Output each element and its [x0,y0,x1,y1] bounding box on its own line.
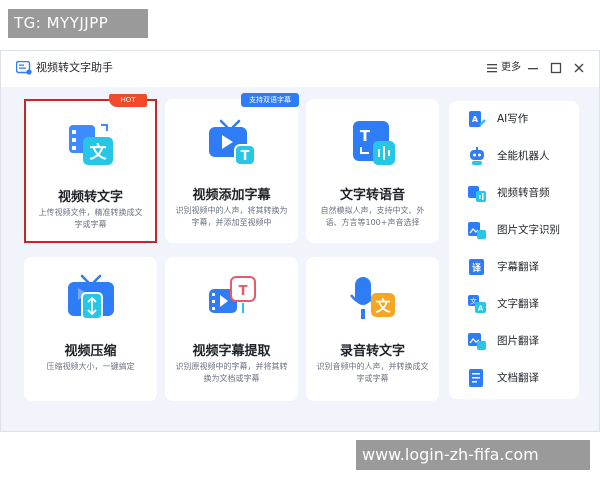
app-logo-icon [16,61,32,75]
tool-description: 上传视频文件，精准转换成文字或字幕 [38,208,143,229]
image-translate-icon [468,333,486,350]
tool-card-text-to-speech[interactable]: T 文字转语音 自然模拟人声，支持中文、外语、方言等100+声音选择 [306,99,439,243]
sidebar-item-document-translate[interactable]: 文档翻译 [463,365,573,391]
tool-description: 识别视频中的人声，将其转换为字幕，并添加至视频中 [175,206,288,227]
sidebar-item-ai-writing[interactable]: A AI写作 [463,106,573,132]
tool-title: 文字转语音 [339,188,405,203]
sidebar-item-image-translate[interactable]: 图片翻译 [463,328,573,354]
main-area: HOT 文 视频转文字 上传视频文件，精准转换成文字或字幕 支持双语字幕 T 视… [1,87,599,431]
title-bar: 视频转文字助手 更多 [1,51,599,87]
sidebar-item-label: 视频转音频 [497,187,550,199]
watermark-top: TG: MYYJJPP [8,9,148,38]
tool-title: 视频压缩 [64,344,117,359]
svg-text:A: A [472,115,479,124]
ai-writing-icon: A [469,111,486,127]
svg-text:T: T [238,284,247,299]
tool-title: 录音转文字 [339,344,405,359]
tool-card-add-subtitle[interactable]: 支持双语字幕 T 视频添加字幕 识别视频中的人声，将其转换为字幕，并添加至视频中 [165,93,299,243]
video-to-audio-icon [468,186,486,202]
tool-title: 视频转文字 [57,190,123,205]
tool-description: 识别原视频中的字幕，并将其转换为文档或字幕 [175,362,288,383]
sidebar-item-video-to-audio[interactable]: 视频转音频 [463,180,573,206]
svg-text:译: 译 [472,262,482,274]
video-to-text-icon: 文 [68,124,113,165]
tool-title: 视频字幕提取 [192,344,271,359]
secondary-tools-panel: A AI写作 全能机器人 视频转音频 图片文字识别 译 字幕翻译 文 A 文字翻… [449,101,579,399]
minimize-icon[interactable] [525,60,541,76]
sidebar-item-label: 文档翻译 [497,372,539,384]
svg-text:A: A [478,305,484,313]
subtitle-translate-icon: 译 [469,259,484,275]
sidebar-item-label: AI写作 [497,113,529,125]
add-subtitle-icon: T [208,119,256,166]
tool-description: 压缩视频大小，一键搞定 [46,362,135,371]
svg-text:文: 文 [375,297,391,315]
tool-description: 自然模拟人声，支持中文、外语、方言等100+声音选择 [320,206,425,227]
sidebar-item-subtitle-translate[interactable]: 译 字幕翻译 [463,254,573,280]
video-compress-icon [67,274,114,320]
sidebar-item-text-translate[interactable]: 文 A 文字翻译 [463,291,573,317]
tool-card-video-compress[interactable]: 视频压缩 压缩视频大小，一键搞定 [24,257,157,401]
image-ocr-icon [468,222,486,239]
sidebar-item-label: 字幕翻译 [497,261,539,273]
tool-description: 识别音频中的人声，并转换成文字或字幕 [316,362,429,383]
svg-text:T: T [359,127,370,145]
robot-icon [470,147,484,165]
svg-text:文: 文 [89,142,107,163]
close-icon[interactable] [571,60,587,76]
tool-card-subtitle-extract[interactable]: T 视频字幕提取 识别原视频中的字幕，并将其转换为文档或字幕 [165,257,298,401]
sidebar-item-label: 全能机器人 [497,150,550,162]
text-to-speech-icon: T [352,121,395,165]
menu-icon[interactable] [486,62,498,74]
app-title: 视频转文字助手 [36,61,113,74]
watermark-bottom: www.login-zh-fifa.com [356,440,590,470]
maximize-icon[interactable] [548,60,564,76]
hot-badge: HOT [109,94,147,107]
text-translate-icon: 文 A [468,295,486,313]
tool-title: 视频添加字幕 [192,188,271,203]
sidebar-item-robot[interactable]: 全能机器人 [463,143,573,169]
sidebar-item-image-ocr[interactable]: 图片文字识别 [463,217,573,243]
more-menu-button[interactable]: 更多 [501,61,521,75]
sidebar-item-label: 图片文字识别 [497,224,560,236]
sidebar-item-label: 图片翻译 [497,335,539,347]
tool-card-video-to-text[interactable]: HOT 文 视频转文字 上传视频文件，精准转换成文字或字幕 [24,94,157,243]
app-window: 视频转文字助手 更多 HOT 文 视频转文字 上传视频文件，精准转换成文字或字幕… [0,50,600,432]
svg-text:T: T [240,149,249,164]
sidebar-item-label: 文字翻译 [497,298,539,310]
tool-card-audio-to-text[interactable]: 文 录音转文字 识别音频中的人声，并转换成文字或字幕 [306,257,439,401]
audio-to-text-icon: 文 [349,277,395,319]
document-translate-icon [469,369,483,387]
bilingual-badge: 支持双语字幕 [241,93,299,107]
subtitle-extract-icon: T [208,276,256,313]
